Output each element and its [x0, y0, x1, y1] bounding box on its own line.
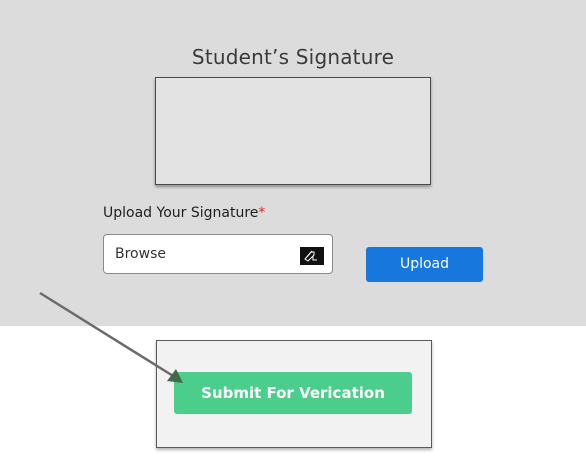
submit-for-verification-button[interactable]: Submit For Verication	[174, 372, 412, 414]
upload-label-text: Upload Your Signature	[103, 205, 259, 221]
required-marker: *	[258, 205, 266, 221]
browse-file-input[interactable]: Browse	[103, 234, 333, 274]
upload-label: Upload Your Signature*	[103, 205, 265, 221]
upload-button[interactable]: Upload	[366, 247, 483, 282]
file-icon[interactable]	[300, 247, 324, 265]
browse-text: Browse	[115, 246, 166, 262]
signature-preview-box	[155, 77, 431, 185]
signature-title: Student’s Signature	[191, 45, 395, 69]
